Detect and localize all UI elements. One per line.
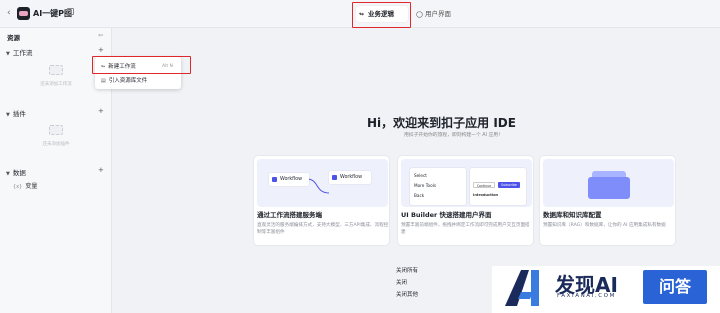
watermark-domain: FAXIANAI.COM [557,293,616,299]
variable-icon: {x} [13,184,23,190]
card-description: 直观灵活的服务端编排方式，支持大模型、三方API集成、流程控制等丰富组件 [257,223,389,235]
menu-item-import-library[interactable]: ▤ 引入资源库文件 [101,76,147,86]
card-title: UI Builder 快速搭建用户界面 [401,211,492,219]
sidebar-item-variable[interactable]: {x} 变量 [13,181,37,190]
chevron-left-icon[interactable]: ‹ [7,9,11,18]
workflow-node: Workflow [269,173,309,186]
workflow-node: Workflow [329,171,371,184]
welcome-subtitle: 用扣子开始你的旅程，即刻构建一个 AI 应用！ [404,133,503,138]
highlight-box [352,2,411,28]
quick-link-close-others[interactable]: 关闭其他 [396,290,418,298]
card-description: 预置丰富前端组件，拖拽并绑定工作流即可完成用户交互页面搭建 [401,223,530,235]
welcome-title: Hi，欢迎来到扣子应用 IDE [367,116,516,130]
app-window: { "header": { "back_icon": "chevron-left… [0,0,720,313]
section-data[interactable]: ▼ 数据 [6,167,26,177]
watermark-logo [505,270,539,306]
card-workflow[interactable]: Workflow Workflow 通过工作流搭建服务端 直观灵活的服务端编排方… [253,155,390,246]
card-thumbnail: Select More Tools Back Continue Subscrib… [401,159,532,207]
edit-icon[interactable] [67,8,74,15]
add-workflow-button[interactable]: + [98,46,104,54]
tab-user-interface[interactable]: ◯ 用户界面 [413,6,465,22]
highlight-box [92,56,191,74]
quick-link-close-all[interactable]: 关闭所有 [396,266,418,274]
component-list: Select More Tools Back [410,168,466,205]
watermark-badge: 问答 [643,270,707,304]
card-title: 数据库和知识库配置 [543,211,602,219]
quick-link-close[interactable]: 关闭 [396,278,407,286]
app-logo [17,7,30,20]
empty-workflow-icon [49,65,63,75]
section-workflow[interactable]: ▼ 工作流 [6,47,32,57]
empty-plugin-icon [49,125,63,135]
library-icon: ▤ [101,78,106,84]
card-title: 通过工作流搭建服务端 [257,211,322,219]
add-data-button[interactable]: + [98,166,104,174]
card-thumbnail: Workflow Workflow [257,159,388,207]
add-plugin-button[interactable]: + [98,107,104,115]
card-database[interactable]: 数据库和知识库配置 预置知识库（RAG）和数据库，让你的 AI 应用集成私有数据 [539,155,676,246]
empty-plugin-text: 还未添加插件 [42,142,70,147]
empty-workflow-text: 还未添加工作流 [40,82,72,87]
section-plugin[interactable]: ▼ 插件 [6,108,26,118]
card-thumbnail [543,159,674,207]
caret-down-icon: ▼ [6,171,10,177]
card-description: 预置知识库（RAG）和数据库，让你的 AI 应用集成私有数据 [543,223,666,228]
tab-label: 用户界面 [425,10,451,18]
sidebar-title: 资源 [7,34,20,42]
card-ui-builder[interactable]: Select More Tools Back Continue Subscrib… [397,155,534,246]
component-preview: Continue Subscribe Introduction [470,168,526,205]
caret-down-icon: ▼ [6,112,10,118]
ui-icon: ◯ [416,11,423,18]
collapse-icon[interactable]: ⇦ [98,32,103,39]
caret-down-icon: ▼ [6,51,10,57]
